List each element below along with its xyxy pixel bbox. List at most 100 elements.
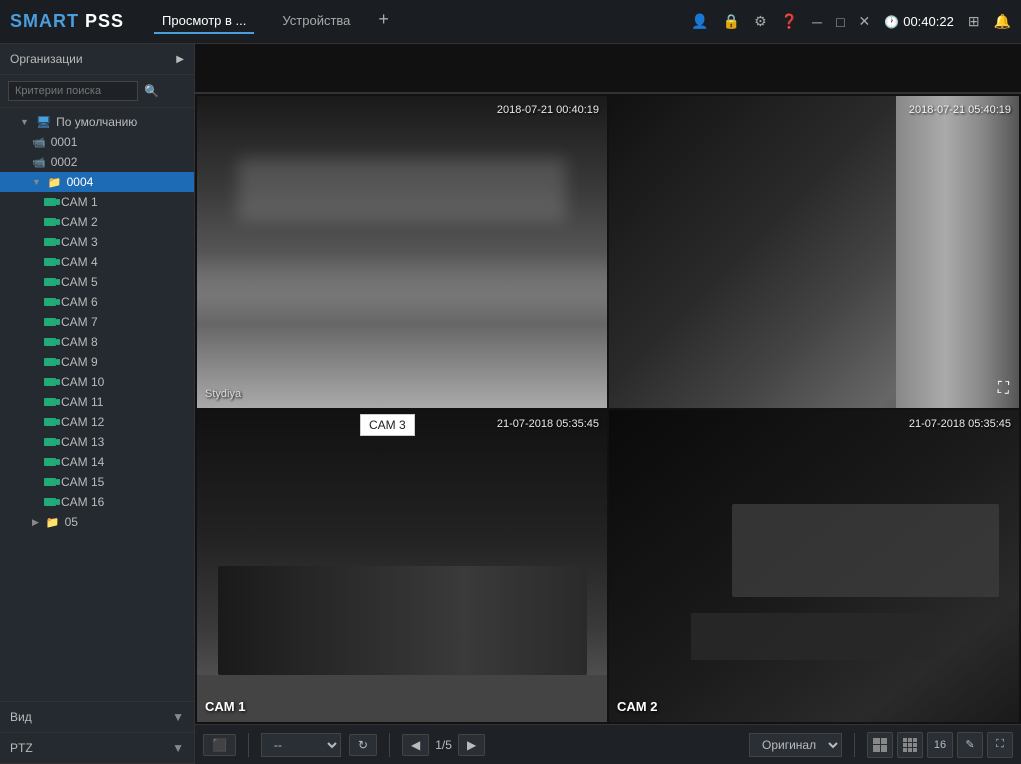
- tree-item-default[interactable]: ▼ 🖥 По умолчанию: [0, 112, 194, 132]
- tree-item-cam10[interactable]: CAM 10: [0, 372, 194, 392]
- clock-icon: 🕐: [884, 15, 899, 29]
- tree-item-05[interactable]: ▶ 📁 05: [0, 512, 194, 532]
- cam-icon-cam14: [44, 458, 56, 466]
- cam-timestamp-topleft: 2018-07-21 00:40:19: [497, 104, 599, 116]
- tree-label-cam11: CAM 11: [61, 395, 103, 409]
- camera-cell-topright[interactable]: 2018-07-21 05:40:19 ⛶: [609, 96, 1019, 408]
- sidebar: Организации ▶ 🔍 ▼ 🖥 По умолчанию 📹 0001 …: [0, 44, 195, 764]
- tree-label-cam7: CAM 7: [61, 315, 98, 329]
- header: SMART PSS Просмотр в ... Устройства + 👤 …: [0, 0, 1021, 44]
- grid-view-icon[interactable]: ⊞: [968, 13, 980, 30]
- cam-label-bottomleft: CAM 1: [205, 699, 245, 714]
- camera-cell-topleft[interactable]: 2018-07-21 00:40:19 Stydiya: [197, 96, 607, 408]
- notification-icon[interactable]: 🔔: [994, 13, 1011, 30]
- refresh-button[interactable]: ↻: [349, 734, 377, 756]
- layout-2x2-button[interactable]: [867, 732, 893, 758]
- search-icon[interactable]: 🔍: [144, 84, 159, 98]
- device-icon-05: 📁: [46, 516, 60, 529]
- sidebar-bottom: Вид ▼ PTZ ▼: [0, 701, 194, 764]
- tree-item-cam11[interactable]: CAM 11: [0, 392, 194, 412]
- sidebar-org-header[interactable]: Организации ▶: [0, 44, 194, 75]
- tree-item-cam1[interactable]: CAM 1: [0, 192, 194, 212]
- cam-scene-3: [197, 410, 607, 722]
- tab-liveview[interactable]: Просмотр в ...: [154, 9, 254, 34]
- tab-devices[interactable]: Устройства: [274, 9, 358, 34]
- tree-item-cam6[interactable]: CAM 6: [0, 292, 194, 312]
- logo-pss: PSS: [85, 11, 124, 31]
- close-icon[interactable]: ✕: [859, 13, 871, 30]
- tree-item-cam16[interactable]: CAM 16: [0, 492, 194, 512]
- camera-cell-bottomright[interactable]: 21-07-2018 05:35:45 CAM 2: [609, 410, 1019, 722]
- cam-icon-cam15: [44, 478, 56, 486]
- tree-item-cam15[interactable]: CAM 15: [0, 472, 194, 492]
- tree-label-0001: 0001: [51, 135, 78, 149]
- org-label: Организации: [10, 52, 83, 66]
- cam-timestamp-topright: 2018-07-21 05:40:19: [909, 104, 1011, 116]
- tree-item-cam3[interactable]: CAM 3: [0, 232, 194, 252]
- tree-item-0002[interactable]: 📹 0002: [0, 152, 194, 172]
- tree-label-cam12: CAM 12: [61, 415, 104, 429]
- tree-label-cam13: CAM 13: [61, 435, 104, 449]
- tree-label-cam10: CAM 10: [61, 375, 104, 389]
- help-icon[interactable]: ❓: [781, 13, 798, 30]
- cam-timestamp-bottomleft: 21-07-2018 05:35:45: [497, 418, 599, 430]
- tree-item-cam7[interactable]: CAM 7: [0, 312, 194, 332]
- edit-layout-button[interactable]: ✎: [957, 732, 983, 758]
- tree-label-default: По умолчанию: [56, 115, 137, 129]
- quality-select[interactable]: Оригинал: [749, 733, 842, 757]
- device-icon-0001: 📹: [32, 136, 46, 149]
- tree-item-cam14[interactable]: CAM 14: [0, 452, 194, 472]
- tree-item-cam8[interactable]: CAM 8: [0, 332, 194, 352]
- view-dropdown[interactable]: Вид ▼: [0, 702, 194, 733]
- tree-item-cam9[interactable]: CAM 9: [0, 352, 194, 372]
- cam-scene-4: [609, 410, 1019, 722]
- tree-item-cam4[interactable]: CAM 4: [0, 252, 194, 272]
- cam-icon-cam13: [44, 438, 56, 446]
- tree-label-cam6: CAM 6: [61, 295, 98, 309]
- prev-page-button[interactable]: ◀: [402, 734, 429, 756]
- user-icon[interactable]: 👤: [691, 13, 708, 30]
- expand-arrow-0004: ▼: [32, 177, 41, 187]
- next-page-button[interactable]: ▶: [458, 734, 485, 756]
- channel-select[interactable]: --: [261, 733, 341, 757]
- tree-item-cam13[interactable]: CAM 13: [0, 432, 194, 452]
- cam-icon-cam11: [44, 398, 56, 406]
- layout-3x3-button[interactable]: [897, 732, 923, 758]
- tree-label-cam15: CAM 15: [61, 475, 104, 489]
- cam-label-bottomright: CAM 2: [617, 699, 657, 714]
- tree-item-0001[interactable]: 📹 0001: [0, 132, 194, 152]
- group-icon-default: 🖥: [36, 115, 51, 129]
- fullscreen-button[interactable]: ⛶: [987, 732, 1013, 758]
- tree-label-cam4: CAM 4: [61, 255, 98, 269]
- cam-icon-cam12: [44, 418, 56, 426]
- tree-item-cam12[interactable]: CAM 12: [0, 412, 194, 432]
- cam-icon-cam16: [44, 498, 56, 506]
- expand-arrow-05: ▶: [32, 517, 39, 528]
- fullscreen-icon: ⛶: [996, 738, 1004, 751]
- search-area: 🔍: [0, 75, 194, 108]
- camera-cell-bottomleft[interactable]: 21-07-2018 05:35:45 CAM 1: [197, 410, 607, 722]
- cam-icon-cam9: [44, 358, 56, 366]
- minimize-icon[interactable]: ─: [812, 14, 822, 30]
- maximize-icon[interactable]: □: [836, 14, 844, 30]
- gear-icon[interactable]: ⚙: [754, 13, 767, 30]
- search-input[interactable]: [8, 81, 138, 101]
- view-label: Вид: [10, 710, 32, 724]
- layout-buttons: 16 ✎ ⛶: [867, 732, 1013, 758]
- refresh-icon: ↻: [358, 738, 368, 752]
- layout-16-button[interactable]: 16: [927, 732, 953, 758]
- device-icon-0004: 📁: [48, 176, 62, 189]
- tree-item-0004[interactable]: ▼ 📁 0004: [0, 172, 194, 192]
- ptz-dropdown[interactable]: PTZ ▼: [0, 733, 194, 764]
- cam-scene-2: [609, 96, 1019, 408]
- tree-label-cam3: CAM 3: [61, 235, 98, 249]
- toolbar-separator-3: [854, 733, 855, 757]
- tree-item-cam5[interactable]: CAM 5: [0, 272, 194, 292]
- add-tab-button[interactable]: +: [378, 9, 389, 34]
- lock-icon[interactable]: 🔒: [723, 13, 740, 30]
- tree-item-cam2[interactable]: CAM 2: [0, 212, 194, 232]
- snapshot-button[interactable]: ⬛: [203, 734, 236, 756]
- grid3x3-icon: [903, 738, 917, 752]
- logo: SMART PSS: [10, 11, 124, 32]
- main-layout: Организации ▶ 🔍 ▼ 🖥 По умолчанию 📹 0001 …: [0, 44, 1021, 764]
